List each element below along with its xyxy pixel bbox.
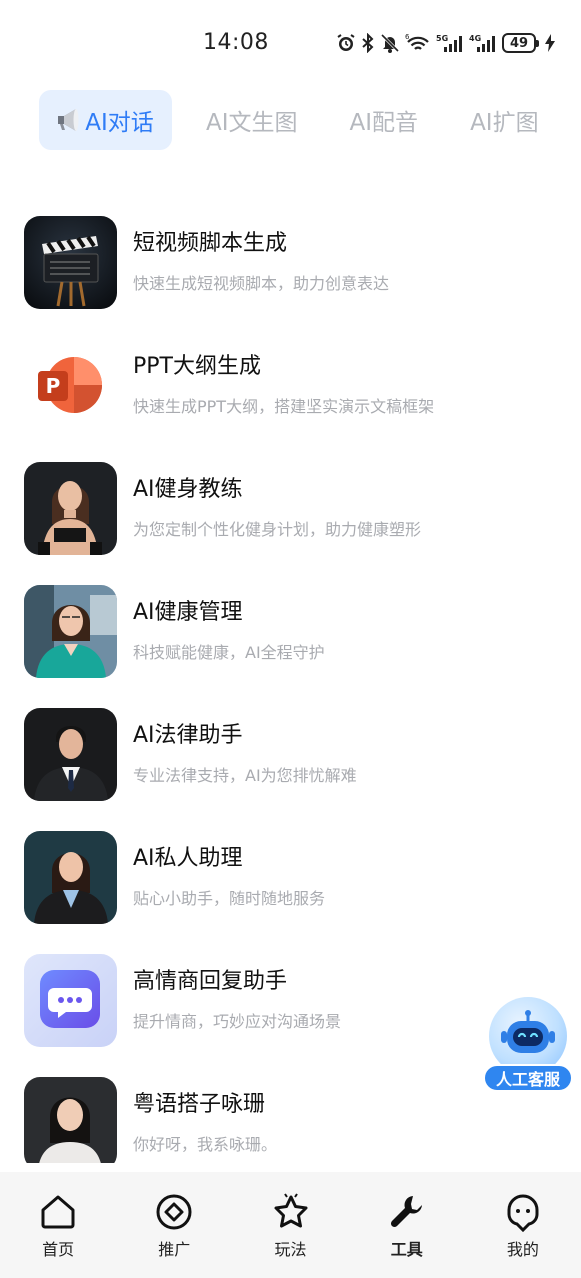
tab-ai-voice[interactable]: AI配音 [350,90,419,150]
list-item[interactable]: AI健康管理 科技赋能健康，AI全程守护 [24,585,564,679]
item-title: AI健康管理 [133,600,243,625]
nav-label: 玩法 [274,1240,307,1259]
item-desc: 提升情商，巧妙应对沟通场景 [133,1012,342,1031]
item-desc: 为您定制个性化健身计划，助力健康塑形 [133,520,422,539]
battery-icon: 49 [502,33,539,53]
customer-service-label: 人工客服 [483,1064,573,1092]
promote-icon [156,1194,192,1230]
powerpoint-icon: P [24,339,117,432]
fitness-coach-avatar [24,462,117,555]
assistant-avatar [24,831,117,924]
nav-promote[interactable]: 推广 [116,1172,232,1278]
bluetooth-icon [361,31,375,55]
nav-label: 我的 [506,1240,539,1259]
item-title: AI私人助理 [133,846,243,871]
item-desc: 快速生成PPT大纲，搭建坚实演示文稿框架 [133,397,435,416]
profile-icon [507,1194,539,1232]
status-bar: 14:08 6 5G 4G 49 [0,0,581,86]
star-icon [274,1193,307,1228]
item-desc: 快速生成短视频脚本，助力创意表达 [133,274,390,293]
nav-mine[interactable]: 我的 [465,1172,581,1278]
tab-ai-expand-image[interactable]: AI扩图 [470,90,539,150]
list-item[interactable]: P PPT大纲生成 快速生成PPT大纲，搭建坚实演示文稿框架 [24,339,564,433]
item-title: 高情商回复助手 [133,969,288,994]
bottom-nav: 首页 推广 玩法 工具 我的 [0,1172,581,1278]
4g-signal-icon: 4G [469,31,497,55]
item-desc: 专业法律支持，AI为您排忧解难 [133,766,357,785]
item-title: 短视频脚本生成 [133,231,288,256]
item-title: AI法律助手 [133,723,243,748]
lawyer-avatar [24,708,117,801]
svg-text:P: P [46,374,61,398]
nav-home[interactable]: 首页 [0,1172,116,1278]
tab-ai-text-to-image[interactable]: AI文生图 [206,90,298,150]
category-tabs: AI对话 AI文生图 AI配音 AI扩图 [39,90,581,150]
item-desc: 你好呀，我系咏珊。 [133,1135,278,1154]
4g-label: 4G [469,34,481,43]
list-item[interactable]: AI法律助手 专业法律支持，AI为您排忧解难 [24,708,564,802]
list-item[interactable]: AI健身教练 为您定制个性化健身计划，助力健康塑形 [24,462,564,556]
nav-play[interactable]: 玩法 [232,1172,348,1278]
nav-tools[interactable]: 工具 [349,1172,465,1278]
chat-bubble-icon [24,954,117,1047]
clapperboard-icon [24,216,117,309]
cantonese-partner-avatar [24,1077,117,1163]
wrench-icon [390,1196,422,1228]
tab-label: AI对话 [85,110,154,136]
alarm-icon [336,31,356,55]
charging-icon [545,31,555,55]
5g-signal-icon: 5G [436,31,464,55]
nav-label: 首页 [42,1240,75,1259]
mute-icon [380,31,400,55]
5g-label: 5G [436,34,448,43]
item-title: AI健身教练 [133,477,243,502]
home-icon [41,1195,75,1229]
wifi-6-icon: 6 [405,31,431,55]
item-desc: 科技赋能健康，AI全程守护 [133,643,325,662]
tab-ai-chat[interactable]: AI对话 [39,90,172,150]
doctor-avatar [24,585,117,678]
list-item[interactable]: AI私人助理 贴心小助手，随时随地服务 [24,831,564,925]
wifi-6-label: 6 [405,33,410,41]
item-desc: 贴心小助手，随时随地服务 [133,889,326,908]
nav-label: 推广 [158,1240,191,1259]
nav-label: 工具 [390,1240,423,1259]
list-item[interactable]: 短视频脚本生成 快速生成短视频脚本，助力创意表达 [24,216,564,310]
megaphone-icon [58,109,79,131]
item-title: 粤语搭子咏珊 [133,1092,266,1117]
status-icons: 6 5G 4G 49 [336,30,555,56]
customer-service-button[interactable]: 人工客服 [483,997,575,1093]
item-title: PPT大纲生成 [133,354,261,379]
status-time: 14:08 [203,30,269,55]
